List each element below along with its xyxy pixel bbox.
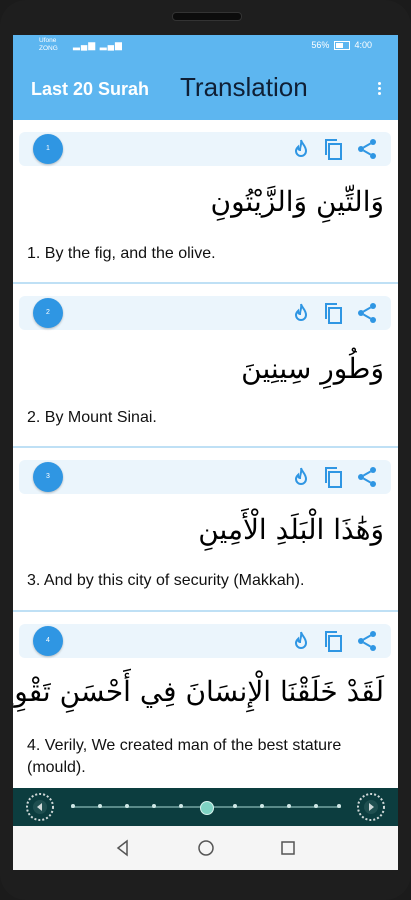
fire-icon[interactable] — [289, 301, 313, 325]
home-icon[interactable] — [196, 838, 216, 858]
system-nav-bar — [13, 826, 398, 870]
fire-icon[interactable] — [289, 137, 313, 161]
screen: Ufone ZONG ▂▄▆ ▂▄▆ 56% 4:00 Last 20 Sura… — [13, 35, 398, 870]
carrier-labels: Ufone ZONG — [39, 37, 58, 53]
share-icon[interactable] — [355, 465, 379, 489]
page-title: Translation — [180, 72, 308, 102]
app-bar: Last 20 Surah Translation — [13, 56, 398, 120]
ayah-translation: 2. By Mount Sinai. — [27, 409, 157, 426]
ayah-number-badge: 1 — [33, 134, 63, 164]
previous-icon[interactable] — [25, 792, 55, 822]
ayah-number-badge: 4 — [33, 626, 63, 656]
audio-player — [13, 788, 398, 826]
ayah-translation: 1. By the fig, and the olive. — [27, 245, 216, 262]
ayah-number-badge: 3 — [33, 462, 63, 492]
ayah-header: 2 — [19, 296, 391, 330]
phone-frame: Ufone ZONG ▂▄▆ ▂▄▆ 56% 4:00 Last 20 Sura… — [0, 0, 411, 900]
ayah-arabic: لَقَدْ خَلَقْنَا الْإِنسَانَ فِي أَحْسَن… — [13, 675, 384, 708]
carrier-2: ZONG — [39, 45, 58, 52]
progress-track[interactable] — [71, 801, 341, 815]
ayah-number-badge: 2 — [33, 298, 63, 328]
share-icon[interactable] — [355, 629, 379, 653]
fire-icon[interactable] — [289, 629, 313, 653]
ayah-header: 3 — [19, 460, 391, 494]
progress-thumb[interactable] — [200, 801, 214, 815]
share-icon[interactable] — [355, 137, 379, 161]
clock: 4:00 — [354, 40, 372, 50]
status-bar: Ufone ZONG ▂▄▆ ▂▄▆ 56% 4:00 — [13, 35, 398, 56]
ayah-arabic: وَهَٰذَا الْبَلَدِ الْأَمِينِ — [198, 513, 384, 546]
ayah-card: 2 وَطُورِ سِينِينَ 2. By Mount Sinai. — [13, 284, 398, 448]
ayah-header: 4 — [19, 624, 391, 658]
next-icon[interactable] — [356, 792, 386, 822]
ayah-list[interactable]: 1 وَالتِّينِ وَالزَّيْتُونِ 1. By the fi… — [13, 120, 398, 788]
ayah-card: 4 لَقَدْ خَلَقْنَا الْإِنسَانَ فِي أَحْس… — [13, 612, 398, 788]
ayah-arabic: وَالتِّينِ وَالزَّيْتُونِ — [210, 185, 385, 218]
app-title: Last 20 Surah — [31, 79, 150, 99]
copy-icon[interactable] — [321, 301, 345, 325]
ayah-translation: 4. Verily, We created man of the best st… — [27, 737, 342, 776]
status-right: 56% 4:00 — [311, 40, 372, 51]
battery-icon — [333, 41, 350, 51]
share-icon[interactable] — [355, 301, 379, 325]
copy-icon[interactable] — [321, 629, 345, 653]
ayah-card: 1 وَالتِّينِ وَالزَّيْتُونِ 1. By the fi… — [13, 120, 398, 284]
ayah-card: 3 وَهَٰذَا الْبَلَدِ الْأَمِينِ 3. And b… — [13, 448, 398, 612]
ayah-arabic: وَطُورِ سِينِينَ — [241, 352, 384, 385]
signal-icon: ▂▄▆ ▂▄▆ — [73, 40, 123, 50]
ayah-header: 1 — [19, 132, 391, 166]
copy-icon[interactable] — [321, 465, 345, 489]
carrier-1: Ufone — [39, 37, 57, 44]
copy-icon[interactable] — [321, 137, 345, 161]
fire-icon[interactable] — [289, 465, 313, 489]
back-icon[interactable] — [113, 838, 133, 858]
battery-percent: 56% — [311, 40, 330, 50]
phone-speaker — [172, 12, 242, 21]
recents-icon[interactable] — [278, 838, 298, 858]
ayah-translation: 3. And by this city of security (Makkah)… — [27, 572, 305, 589]
more-vertical-icon[interactable] — [374, 80, 384, 100]
